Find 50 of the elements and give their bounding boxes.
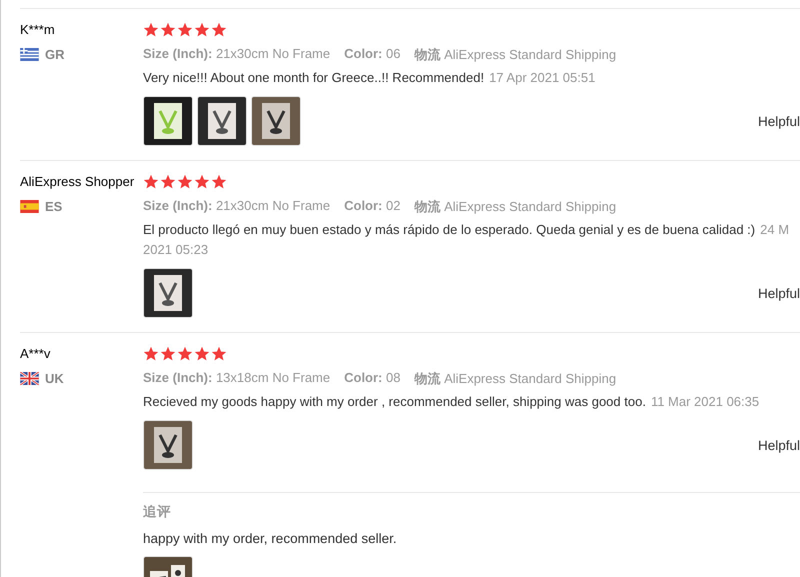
helpful-link[interactable]: Helpful: [758, 114, 800, 128]
review-text: Very nice!!! About one month for Greece..!! Recommended!: [143, 70, 484, 85]
review-date: 17 Apr 2021 05:51: [489, 70, 596, 85]
review-text: happy with my order, recommended seller.: [143, 531, 398, 546]
star-icon: [177, 22, 193, 38]
spec-text: Color: 02: [344, 198, 400, 215]
spec-text: Size (Inch): 21x30cm No Frame: [143, 46, 330, 63]
star-icon: [160, 346, 176, 362]
spec-text: 物流 AliExpress Standard Shipping: [414, 46, 616, 64]
star-icon: [211, 22, 227, 38]
review-date: 11 Mar 2021 06:35: [650, 394, 760, 409]
star-icon: [177, 174, 193, 190]
spec-text: Color: 06: [344, 46, 400, 63]
photo-thumbnail[interactable]: [197, 96, 247, 146]
photo-thumbnail[interactable]: [143, 96, 193, 146]
flag-icon: [20, 200, 39, 213]
star-icon: [194, 346, 210, 362]
review-date: 24 M: [760, 222, 790, 237]
country-code: ES: [45, 199, 62, 214]
helpful-link[interactable]: Helpful: [758, 286, 800, 300]
star-icon: [160, 174, 176, 190]
spec-text: Color: 08: [344, 370, 400, 387]
followup-label: 追评: [143, 503, 172, 521]
country-code: UK: [45, 371, 64, 386]
flag-icon: [20, 48, 39, 61]
photo-thumbnail[interactable]: [143, 420, 193, 470]
spec-text: 物流 AliExpress Standard Shipping: [414, 370, 616, 388]
reviewer-name: A***v: [20, 346, 52, 362]
helpful-link[interactable]: Helpful: [758, 438, 800, 452]
spec-text: 物流 AliExpress Standard Shipping: [414, 198, 616, 216]
review-text: El producto llegó en muy buen estado y más rápido de lo esperado. Queda genial y es de buena calidad :): [143, 222, 756, 237]
star-icon: [211, 174, 227, 190]
review-text: Recieved my goods happy with my order , recommended seller, shipping was good too.: [143, 394, 646, 409]
star-icon: [194, 174, 210, 190]
star-icon: [194, 22, 210, 38]
star-icon: [143, 174, 159, 190]
photo-thumbnail[interactable]: [251, 96, 301, 146]
star-icon: [211, 346, 227, 362]
photo-thumbnail[interactable]: [143, 268, 193, 318]
flag-icon: [20, 372, 39, 385]
star-icon: [143, 22, 159, 38]
star-icon: [143, 346, 159, 362]
reviewer-name: K***m: [20, 22, 56, 38]
spec-text: Size (Inch): 21x30cm No Frame: [143, 198, 330, 215]
review-date: 2021 05:23: [143, 241, 208, 259]
star-icon: [160, 22, 176, 38]
star-icon: [177, 346, 193, 362]
spec-text: Size (Inch): 13x18cm No Frame: [143, 370, 330, 387]
reviewer-name: AliExpress Shopper: [20, 174, 136, 190]
country-code: GR: [45, 47, 64, 62]
